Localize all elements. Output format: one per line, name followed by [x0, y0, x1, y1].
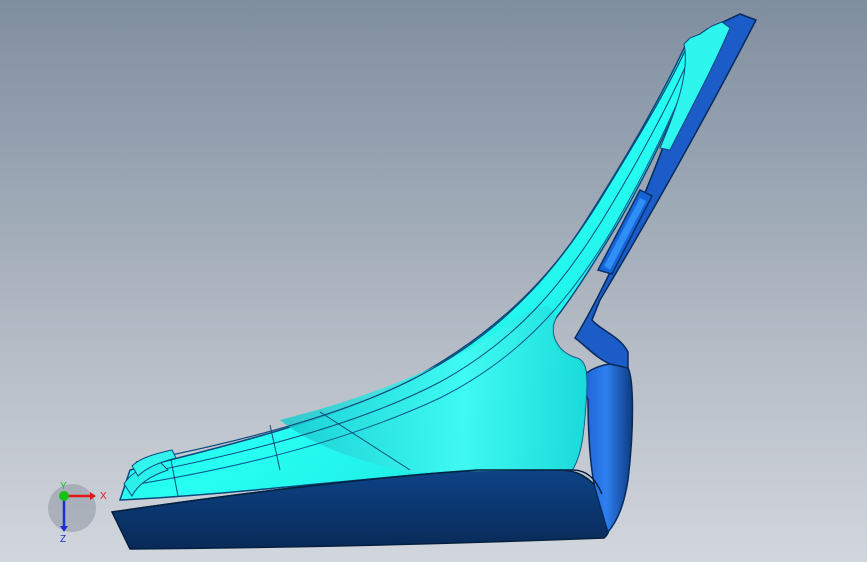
coordinate-triad[interactable]: X Y Z — [44, 482, 110, 548]
triad-x-label: X — [100, 491, 107, 502]
triad-y-label: Y — [60, 482, 67, 492]
triad-origin-shadow — [48, 484, 96, 532]
part-spine-edge[interactable] — [574, 13, 758, 369]
3d-model-view[interactable] — [0, 0, 867, 562]
triad-y-dot-icon — [59, 491, 69, 501]
triad-z-label: Z — [60, 534, 66, 545]
graphics-viewport[interactable]: X Y Z — [0, 0, 867, 562]
